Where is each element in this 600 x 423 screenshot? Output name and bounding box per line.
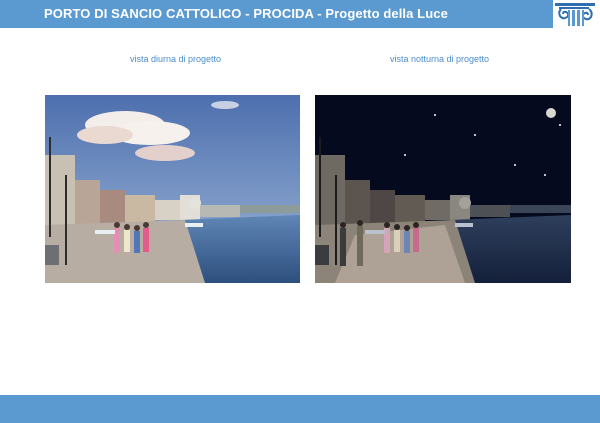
harbor-day-photo: [45, 95, 300, 283]
day-view-caption: vista diurna di progetto: [130, 54, 222, 64]
column-capital-logo-icon: [553, 0, 600, 28]
page-title: PORTO DI SANCIO CATTOLICO - PROCIDA - Pr…: [44, 6, 448, 21]
night-view-caption: vista notturna di progetto: [390, 54, 490, 64]
footer-bar: [0, 395, 600, 423]
header-bar: PORTO DI SANCIO CATTOLICO - PROCIDA - Pr…: [0, 0, 600, 28]
harbor-night-photo: [315, 95, 571, 283]
